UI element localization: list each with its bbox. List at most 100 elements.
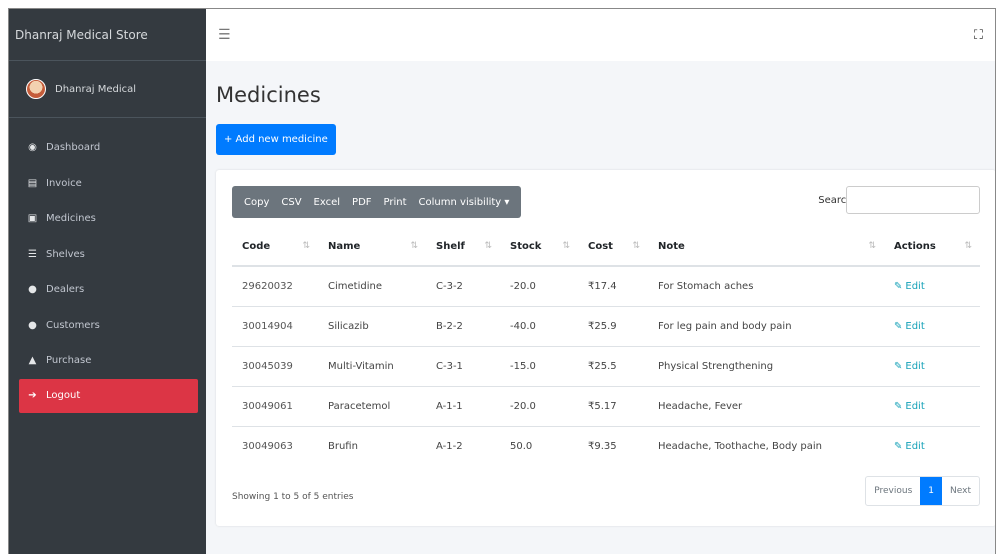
cell-name: Brufin xyxy=(318,425,426,466)
column-header-stock[interactable]: Stock ⇅ xyxy=(500,228,578,267)
next-page-button[interactable]: Next xyxy=(942,477,979,505)
column-header-shelf[interactable]: Shelf ⇅ xyxy=(426,228,500,267)
brand-link[interactable]: Dhanraj Medical Store xyxy=(9,9,206,61)
column-header-code[interactable]: Code ⇅ xyxy=(232,228,318,267)
dealers-icon: ● xyxy=(28,284,37,296)
menu-toggle-icon[interactable]: ☰ xyxy=(218,27,231,43)
column-header-label: Note xyxy=(658,241,685,252)
cell-name: Silicazib xyxy=(318,305,426,346)
purchase-icon: ▲ xyxy=(28,355,37,367)
invoice-icon: ▤ xyxy=(27,177,38,189)
print-button[interactable]: Print xyxy=(384,197,407,208)
cell-name: Paracetemol xyxy=(318,385,426,426)
cell-note: Headache, Toothache, Body pain xyxy=(648,425,884,466)
sort-icon: ⇅ xyxy=(484,241,492,251)
sidebar-item-label: Invoice xyxy=(46,177,82,189)
cell-stock: -40.0 xyxy=(500,305,578,346)
sort-icon: ⇅ xyxy=(868,241,876,251)
medicines-icon: ▣ xyxy=(27,213,38,225)
table-row: 30049063 Brufin A-1-2 50.0 ₹9.35 Headach… xyxy=(232,425,980,466)
fullscreen-icon[interactable]: ⛶ xyxy=(974,28,983,43)
sort-icon: ⇅ xyxy=(562,241,570,251)
sidebar-item-logout[interactable]: ➔ Logout xyxy=(19,378,198,413)
column-header-label: Name xyxy=(328,241,361,252)
column-header-name[interactable]: Name ⇅ xyxy=(318,228,426,267)
user-panel[interactable]: Dhanraj Medical xyxy=(9,61,206,118)
sidebar-item-invoice[interactable]: ▤ Invoice xyxy=(9,166,206,202)
column-header-label: Stock xyxy=(510,241,542,252)
search-input[interactable] xyxy=(846,186,980,214)
medicines-table: Code ⇅ Name ⇅ Shelf ⇅ Stock ⇅ Cost ⇅ Note ⇅ Ac… xyxy=(232,228,980,466)
column-header-cost[interactable]: Cost ⇅ xyxy=(578,228,648,267)
cell-note: For Stomach aches xyxy=(648,265,884,306)
edit-icon: ✎ xyxy=(894,320,903,332)
edit-icon: ✎ xyxy=(894,360,903,372)
pdf-button[interactable]: PDF xyxy=(352,197,371,208)
edit-label: Edit xyxy=(905,280,925,292)
edit-icon: ✎ xyxy=(894,280,903,292)
cell-shelf: C-3-2 xyxy=(426,265,500,306)
column-header-note[interactable]: Note ⇅ xyxy=(648,228,884,267)
cell-cost: ₹9.35 xyxy=(578,425,648,466)
excel-button[interactable]: Excel xyxy=(314,197,341,208)
table-info: Showing 1 to 5 of 5 entries xyxy=(232,492,354,502)
cell-stock: -20.0 xyxy=(500,385,578,426)
sidebar-item-purchase[interactable]: ▲ Purchase xyxy=(9,343,206,379)
page-title: Medicines xyxy=(216,83,321,107)
sidebar: Dhanraj Medical Store Dhanraj Medical ◉ … xyxy=(9,9,206,554)
table-row: 29620032 Cimetidine C-3-2 -20.0 ₹17.4 Fo… xyxy=(232,265,980,306)
app-window: Dhanraj Medical Store Dhanraj Medical ◉ … xyxy=(8,8,996,554)
sort-icon: ⇅ xyxy=(302,241,310,251)
cell-stock: 50.0 xyxy=(500,425,578,466)
sidebar-item-shelves[interactable]: ☰ Shelves xyxy=(9,237,206,273)
cell-code: 30014904 xyxy=(232,305,318,346)
cell-note: For leg pain and body pain xyxy=(648,305,884,346)
edit-label: Edit xyxy=(905,320,925,332)
edit-link[interactable]: ✎ Edit xyxy=(884,305,980,346)
csv-button[interactable]: CSV xyxy=(281,197,301,208)
column-header-actions[interactable]: Actions ⇅ xyxy=(884,228,980,267)
cell-code: 29620032 xyxy=(232,265,318,306)
sidebar-item-label: Dashboard xyxy=(46,142,101,154)
column-header-label: Actions xyxy=(894,241,936,252)
table-row: 30049061 Paracetemol A-1-1 -20.0 ₹5.17 H… xyxy=(232,385,980,426)
customers-icon: ● xyxy=(28,319,37,331)
previous-page-button[interactable]: Previous xyxy=(866,477,920,505)
sidebar-nav: ◉ Dashboard ▤ Invoice ▣ Medicines ☰ Shel… xyxy=(9,118,206,413)
edit-label: Edit xyxy=(905,400,925,412)
copy-button[interactable]: Copy xyxy=(244,197,269,208)
main-content: ☰ ⛶ Medicines + Add new medicine Copy CS… xyxy=(206,9,995,554)
table-row: 30045039 Multi-Vitamin C-3-1 -15.0 ₹25.5… xyxy=(232,345,980,386)
medicines-card: Copy CSV Excel PDF Print Column visibili… xyxy=(216,170,995,526)
add-medicine-button[interactable]: + Add new medicine xyxy=(216,124,336,155)
cell-name: Cimetidine xyxy=(318,265,426,306)
sidebar-item-medicines[interactable]: ▣ Medicines xyxy=(9,201,206,237)
edit-link[interactable]: ✎ Edit xyxy=(884,385,980,426)
sidebar-item-dealers[interactable]: ● Dealers xyxy=(9,272,206,308)
cell-cost: ₹25.9 xyxy=(578,305,648,346)
cell-note: Headache, Fever xyxy=(648,385,884,426)
avatar xyxy=(26,79,46,99)
cell-cost: ₹17.4 xyxy=(578,265,648,306)
table-header-row: Code ⇅ Name ⇅ Shelf ⇅ Stock ⇅ Cost ⇅ Note ⇅ Ac… xyxy=(232,228,980,267)
cell-note: Physical Strengthening xyxy=(648,345,884,386)
sidebar-item-dashboard[interactable]: ◉ Dashboard xyxy=(9,130,206,166)
edit-link[interactable]: ✎ Edit xyxy=(884,345,980,386)
edit-link[interactable]: ✎ Edit xyxy=(884,425,980,466)
column-visibility-button[interactable]: Column visibility ▾ xyxy=(419,197,510,208)
cell-shelf: B-2-2 xyxy=(426,305,500,346)
column-header-label: Code xyxy=(242,241,271,252)
edit-link[interactable]: ✎ Edit xyxy=(884,265,980,306)
cell-code: 30049063 xyxy=(232,425,318,466)
cell-shelf: A-1-1 xyxy=(426,385,500,426)
page-1-button[interactable]: 1 xyxy=(920,477,943,505)
sidebar-item-label: Purchase xyxy=(46,355,92,367)
sidebar-item-customers[interactable]: ● Customers xyxy=(9,308,206,344)
edit-icon: ✎ xyxy=(894,440,903,452)
pagination: Previous 1 Next xyxy=(865,476,980,506)
sort-icon: ⇅ xyxy=(964,241,972,251)
sidebar-item-label: Shelves xyxy=(46,248,85,260)
sidebar-item-label: Medicines xyxy=(46,213,96,225)
cell-code: 30045039 xyxy=(232,345,318,386)
sidebar-item-label: Logout xyxy=(46,390,81,401)
